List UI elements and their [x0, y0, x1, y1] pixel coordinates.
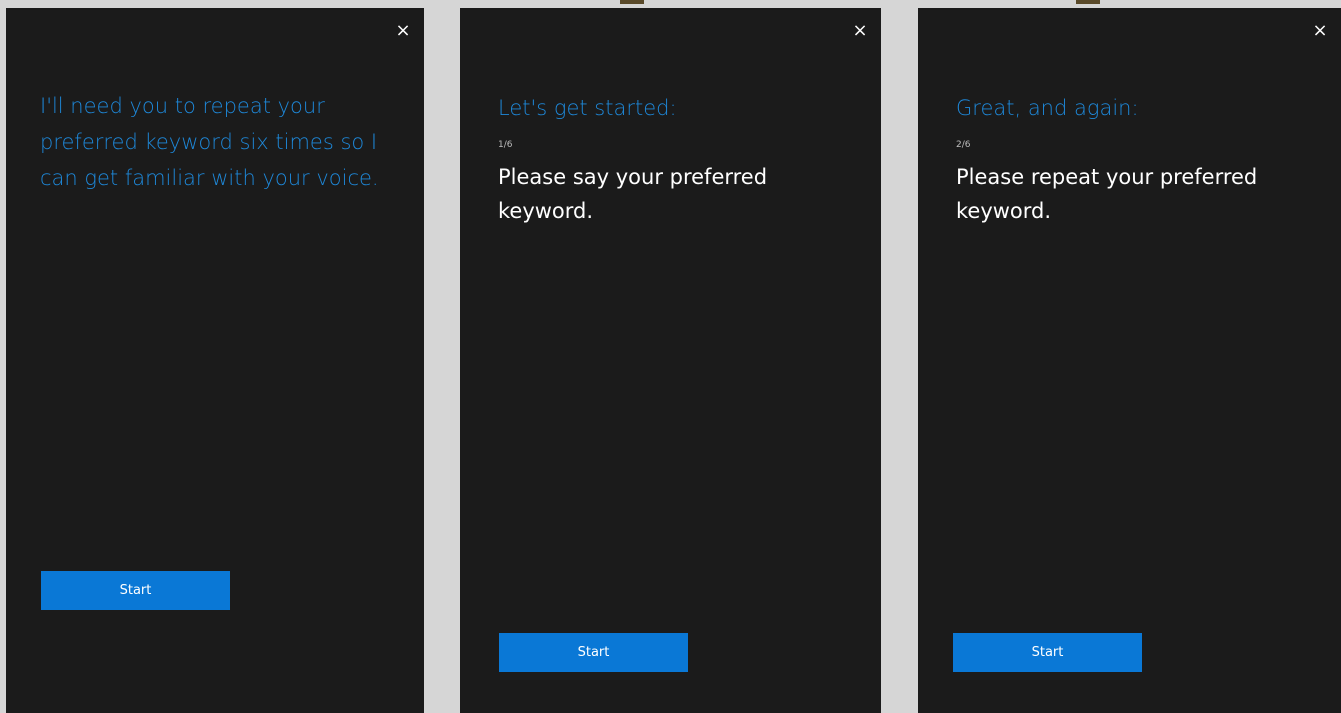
step-heading: Let's get started:: [498, 96, 677, 120]
step-heading: Great, and again:: [956, 96, 1139, 120]
close-icon[interactable]: ×: [1309, 20, 1331, 42]
step-1-panel: × Let's get started: 1/6 Please say your…: [460, 0, 881, 713]
top-edge-mark: [620, 0, 644, 4]
start-button[interactable]: Start: [41, 571, 230, 610]
close-icon[interactable]: ×: [849, 20, 871, 42]
step-instruction: Please say your preferred keyword.: [498, 165, 768, 223]
start-button[interactable]: Start: [499, 633, 688, 672]
start-button[interactable]: Start: [953, 633, 1142, 672]
top-edge-mark: [1076, 0, 1100, 4]
intro-heading: I'll need you to repeat your preferred k…: [40, 94, 379, 190]
step-instruction: Please repeat your preferred keyword.: [956, 165, 1258, 223]
step-counter: 1/6: [498, 140, 513, 150]
close-icon[interactable]: ×: [392, 20, 414, 42]
step-2-panel: × Great, and again: 2/6 Please repeat yo…: [918, 0, 1341, 713]
step-counter: 2/6: [956, 140, 971, 150]
intro-panel: × I'll need you to repeat your preferred…: [0, 0, 424, 713]
